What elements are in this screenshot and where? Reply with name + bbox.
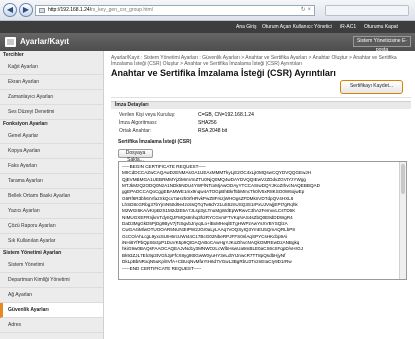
sidebar-item[interactable]: Ağ Ayarları [0,288,103,303]
csr-scrollbar[interactable] [399,162,406,279]
sidebar-section-heading: Fonksiyon Ayarları [3,121,48,127]
detail-row-subject: Verilen Kişi veya Kuruluş: C=GB, CN=192.… [119,112,409,119]
sidebar-section-heading: Tercihler [3,52,24,58]
browser-toolbar: ◀ ▶ http://192.168.1.24/rs_key_gen_csr_g… [0,0,415,21]
detail-value: SHA256 [198,120,217,126]
divider [111,97,411,98]
sidebar-item[interactable]: Kopya Ayarları [0,144,103,159]
detail-key: Verilen Kişi veya Kuruluş: [119,112,176,118]
app-title: Ayarlar/Kayıt [20,37,70,46]
address-bar[interactable]: http://192.168.1.24/rs_key_gen_csr_group… [35,5,315,16]
refresh-icon[interactable]: ↻ × [301,6,311,15]
home-link[interactable]: Ana Giriş [236,21,257,33]
sidebar-item[interactable]: Ses Düzeyi Denetimi [0,105,103,120]
top-bar: Ana Giriş Oturum Açan Kullanıcı: Yönetic… [0,21,415,33]
page-icon [39,8,45,13]
sidebar-item[interactable]: Faks Ayarları [0,159,103,174]
signature-details-heading: İmza Detayları [111,101,411,109]
settings-logo-icon [5,37,16,47]
csr-heading: Sertifika İmzalama İsteği (CSR) [118,139,192,145]
detail-value: RSA 2048 bit [198,128,228,134]
csr-text-area[interactable]: -----BEGIN CERTIFICATE REQUEST----- MIICd… [118,161,407,280]
csr-line: -----END CERTIFICATE REQUEST----- [122,265,202,271]
email-admin-button[interactable]: Sistem Yöneticisine E-posta [353,36,411,53]
detail-key: İmza Algoritması: [119,120,158,126]
sidebar-item[interactable]: Zamanlayıcı Ayarları [0,90,103,105]
breadcrumb[interactable]: Ayarlar/Kayıt : Sistem Yönetimi Ayarları… [111,55,411,67]
device-name: iR-AC1 [340,24,357,30]
sidebar-item[interactable]: Sık Kullanılan Ayarlar [0,234,103,249]
forward-icon[interactable]: ▶ [19,3,33,17]
logged-in-label: Oturum Açan Kullanıcı: [262,24,314,30]
detail-value: C=GB, CN=192.168.1.24 [198,112,254,118]
sidebar-item[interactable]: Çözü Raporu Ayarları [0,219,103,234]
sidebar-item[interactable]: Ekran Ayarları [0,75,103,90]
logged-in-user: Yönetici [314,24,332,30]
sidebar-item[interactable]: Bellek Ortamı Baskı Ayarları [0,189,103,204]
browser-tab[interactable] [325,5,409,16]
detail-key: Ortak Anahtar: [119,128,152,134]
address-path: rs_key_gen_csr_group.html [91,7,153,13]
sidebar-item[interactable]: Yazıcı Ayarları [0,204,103,219]
address-host: http://192.168.1.24/ [48,7,92,13]
title-bar: Ayarlar/Kayıt Sistem Yöneticisine E-post… [0,33,415,53]
back-icon[interactable]: ◀ [3,3,17,17]
detail-row-algorithm: İmza Algoritması: SHA256 [119,120,409,127]
sidebar-item[interactable]: Genel Ayarlar [0,129,103,144]
logout-link[interactable]: Oturumu Kapat [364,21,398,33]
sidebar-item[interactable]: Departman Kimliği Yönetimi [0,273,103,288]
sidebar-section-heading: Sistem Yönetimi Ayarları [3,250,62,256]
sidebar-item[interactable]: Güvenlik Ayarları [0,303,103,318]
csr-content: -----BEGIN CERTIFICATE REQUEST----- MIICd… [122,164,398,272]
sidebar-item[interactable]: Adres [0,318,103,333]
sidebar-item[interactable]: Sistem Yönetimi [0,258,103,273]
main-content: Ayarlar/Kayıt : Sistem Yönetimi Ayarları… [111,51,411,339]
sidebar: Tercihler Kağıt Ayarları Ekran Ayarları Zam… [0,51,104,339]
sidebar-item[interactable]: Kağıt Ayarları [0,60,103,75]
scrollbar-thumb[interactable] [401,164,405,194]
sidebar-item[interactable]: Tarama Ayarları [0,174,103,189]
register-certificate-button[interactable]: Sertifikayı Kaydet... [340,80,403,94]
page-title: Anahtar ve Sertifika İmzalama İsteği (CS… [111,68,336,78]
save-to-file-button[interactable]: Dosyaya Sakla... [118,149,153,163]
detail-row-public-key: Ortak Anahtar: RSA 2048 bit [119,128,409,135]
